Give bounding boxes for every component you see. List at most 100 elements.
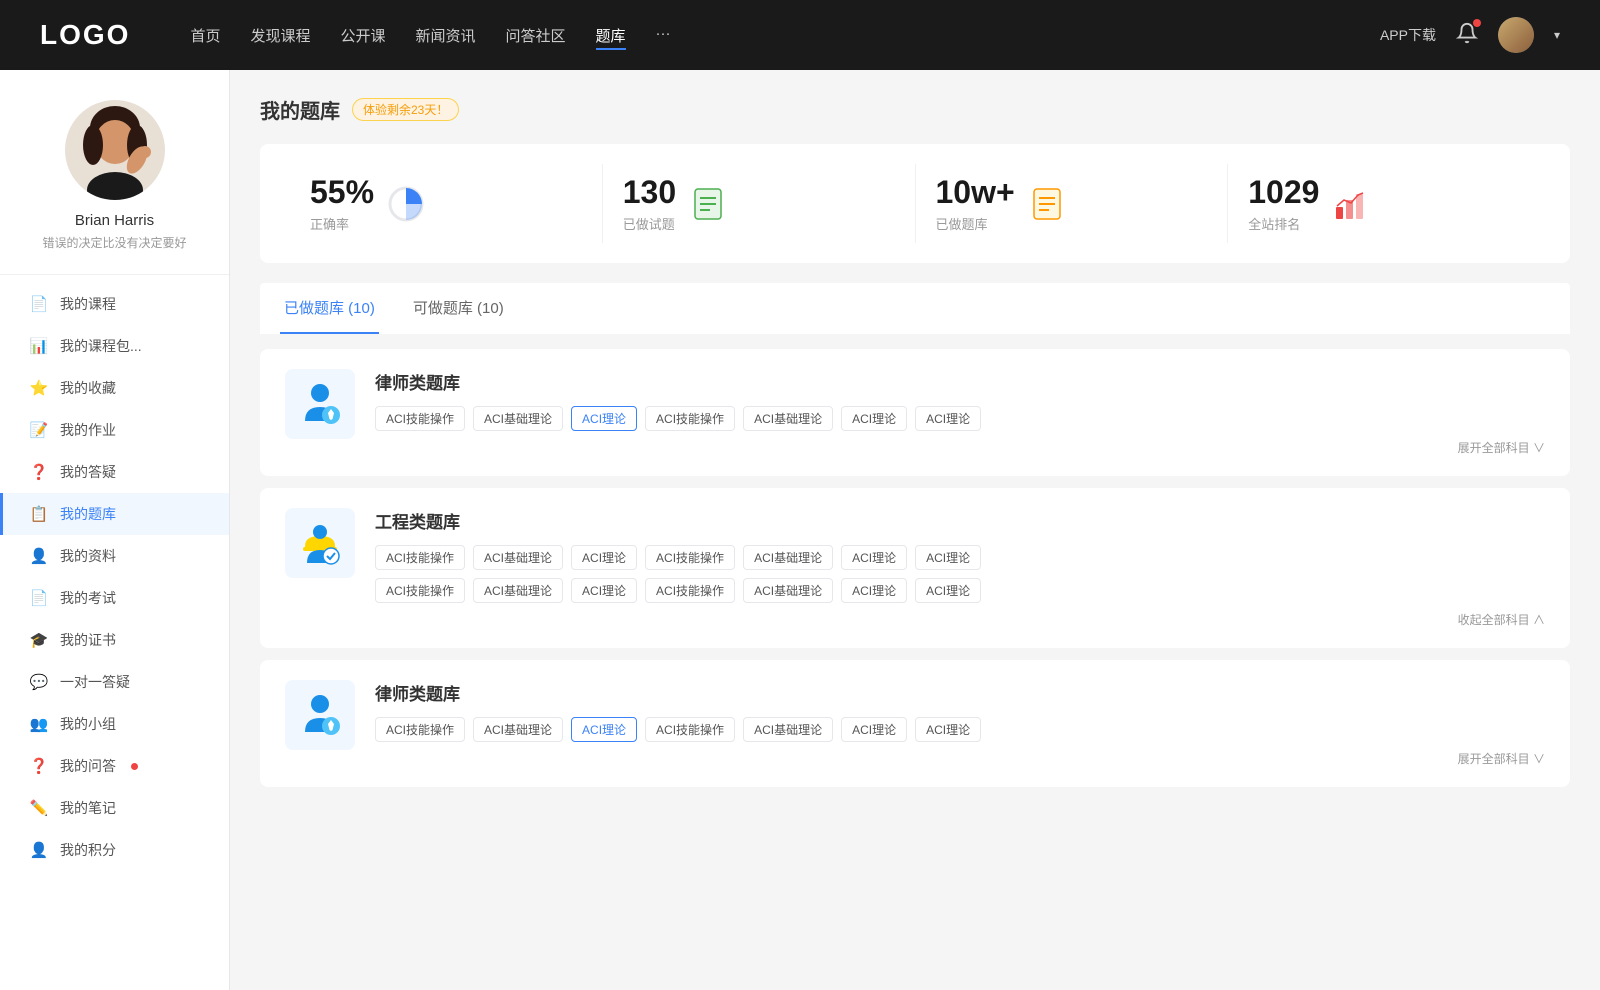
- sidebar-item-8[interactable]: 🎓 我的证书: [0, 619, 229, 661]
- tag-1-6[interactable]: ACI理论: [915, 545, 981, 570]
- tag-2-6[interactable]: ACI理论: [915, 717, 981, 742]
- stat-ranking-label: 全站排名: [1248, 214, 1319, 233]
- tab-available[interactable]: 可做题库 (10): [409, 283, 508, 334]
- logo[interactable]: LOGO: [40, 19, 130, 51]
- tag-2-4[interactable]: ACI基础理论: [743, 717, 833, 742]
- sidebar-icon-5: 📋: [30, 505, 48, 523]
- nav-qbank[interactable]: 题库: [596, 21, 626, 50]
- stat-done-questions-value: 130: [623, 174, 676, 211]
- expand-link-1[interactable]: 收起全部科目 ∧: [375, 611, 1545, 628]
- tag-1-3[interactable]: ACI技能操作: [645, 545, 735, 570]
- sidebar-label-11: 我的问答: [60, 756, 116, 776]
- tag2-1-1[interactable]: ACI基础理论: [473, 578, 563, 603]
- nav-home[interactable]: 首页: [190, 21, 220, 50]
- qbank-body-1: 工程类题库ACI技能操作ACI基础理论ACI理论ACI技能操作ACI基础理论AC…: [375, 508, 1545, 628]
- sidebar-icon-3: 📝: [30, 421, 48, 439]
- qbank-card-0: 律师类题库ACI技能操作ACI基础理论ACI理论ACI技能操作ACI基础理论AC…: [260, 349, 1570, 476]
- tag-0-1[interactable]: ACI基础理论: [473, 406, 563, 431]
- sidebar-label-3: 我的作业: [60, 420, 116, 440]
- tag-2-5[interactable]: ACI理论: [841, 717, 907, 742]
- expand-link-2[interactable]: 展开全部科目 ∨: [375, 750, 1545, 767]
- sidebar-item-7[interactable]: 📄我的考试: [0, 577, 229, 619]
- tag-2-2[interactable]: ACI理论: [571, 717, 637, 742]
- sidebar-item-10[interactable]: 👥我的小组: [0, 703, 229, 745]
- sidebar-item-0[interactable]: 📄 我的课程: [0, 283, 229, 325]
- sidebar-label-4: 我的答疑: [60, 462, 116, 482]
- tag-0-0[interactable]: ACI技能操作: [375, 406, 465, 431]
- tag2-1-0[interactable]: ACI技能操作: [375, 578, 465, 603]
- stat-ranking: 1029 全站排名: [1228, 164, 1540, 243]
- sidebar-item-3[interactable]: 📝 我的作业: [0, 409, 229, 451]
- tag-0-2[interactable]: ACI理论: [571, 406, 637, 431]
- sidebar-item-1[interactable]: 📊我的课程包...: [0, 325, 229, 367]
- sidebar-label-0: 我的课程: [60, 294, 116, 314]
- nav-links: 首页 发现课程 公开课 新闻资讯 问答社区 题库 ···: [190, 21, 1340, 50]
- qbank-card-2: 律师类题库ACI技能操作ACI基础理论ACI理论ACI技能操作ACI基础理论AC…: [260, 660, 1570, 787]
- tab-done[interactable]: 已做题库 (10): [280, 283, 379, 334]
- qbank-body-2: 律师类题库ACI技能操作ACI基础理论ACI理论ACI技能操作ACI基础理论AC…: [375, 680, 1545, 767]
- sidebar-label-7: 我的考试: [60, 588, 116, 608]
- notification-bell[interactable]: [1456, 22, 1478, 49]
- tag-1-5[interactable]: ACI理论: [841, 545, 907, 570]
- stat-done-banks-label: 已做题库: [936, 214, 1015, 233]
- sidebar-item-5[interactable]: 📋 我的题库: [0, 493, 229, 535]
- user-motto: 错误的决定比没有决定要好: [42, 234, 186, 251]
- avatar[interactable]: [1498, 17, 1534, 53]
- sidebar: Brian Harris 错误的决定比没有决定要好 📄 我的课程 📊我的课程包...…: [0, 70, 230, 990]
- sidebar-item-4[interactable]: ❓我的答疑: [0, 451, 229, 493]
- tag-2-0[interactable]: ACI技能操作: [375, 717, 465, 742]
- tag2-1-3[interactable]: ACI技能操作: [645, 578, 735, 603]
- tag-0-3[interactable]: ACI技能操作: [645, 406, 735, 431]
- sidebar-icon-8: 🎓: [30, 631, 48, 649]
- trial-badge: 体验剩余23天！: [352, 98, 459, 121]
- nav-discover[interactable]: 发现课程: [250, 21, 310, 50]
- tag-1-4[interactable]: ACI基础理论: [743, 545, 833, 570]
- sidebar-icon-13: 👤: [30, 841, 48, 859]
- main-layout: Brian Harris 错误的决定比没有决定要好 📄 我的课程 📊我的课程包...…: [0, 70, 1600, 990]
- stat-accuracy: 55% 正确率: [290, 164, 603, 243]
- sidebar-icon-12: ✏️: [30, 799, 48, 817]
- qbank-title-0: 律师类题库: [375, 369, 1545, 394]
- qbank-tags-0: ACI技能操作 ACI基础理论 ACI理论 ACI技能操作 ACI基础理论 ACI理论 AC…: [375, 406, 1545, 431]
- stat-accuracy-value: 55%: [310, 174, 374, 211]
- navbar: LOGO 首页 发现课程 公开课 新闻资讯 问答社区 题库 ··· APP下载 …: [0, 0, 1600, 70]
- tag-0-4[interactable]: ACI基础理论: [743, 406, 833, 431]
- nav-right: APP下载 ▾: [1380, 17, 1560, 53]
- tag-1-1[interactable]: ACI基础理论: [473, 545, 563, 570]
- sidebar-icon-6: 👤: [30, 547, 48, 565]
- sidebar-item-9[interactable]: 💬一对一答疑: [0, 661, 229, 703]
- qbank-tags-1: ACI技能操作 ACI基础理论 ACI理论 ACI技能操作 ACI基础理论 ACI理论 AC…: [375, 545, 1545, 570]
- nav-qa[interactable]: 问答社区: [506, 21, 566, 50]
- app-download-link[interactable]: APP下载: [1380, 25, 1436, 45]
- tag-0-6[interactable]: ACI理论: [915, 406, 981, 431]
- accuracy-icon: [386, 184, 426, 224]
- sidebar-item-12[interactable]: ✏️我的笔记: [0, 787, 229, 829]
- sidebar-item-11[interactable]: ❓我的问答: [0, 745, 229, 787]
- tag-2-1[interactable]: ACI基础理论: [473, 717, 563, 742]
- stat-ranking-value: 1029: [1248, 174, 1319, 211]
- sidebar-label-5: 我的题库: [60, 504, 116, 524]
- tag2-1-2[interactable]: ACI理论: [571, 578, 637, 603]
- sidebar-label-8: 我的证书: [60, 630, 116, 650]
- expand-link-0[interactable]: 展开全部科目 ∨: [375, 439, 1545, 456]
- tag2-1-6[interactable]: ACI理论: [915, 578, 981, 603]
- nav-more[interactable]: ···: [656, 21, 671, 50]
- sidebar-item-2[interactable]: ⭐我的收藏: [0, 367, 229, 409]
- nav-news[interactable]: 新闻资讯: [416, 21, 476, 50]
- sidebar-item-6[interactable]: 👤我的资料: [0, 535, 229, 577]
- tag-1-0[interactable]: ACI技能操作: [375, 545, 465, 570]
- tag-1-2[interactable]: ACI理论: [571, 545, 637, 570]
- qbank-body-0: 律师类题库ACI技能操作ACI基础理论ACI理论ACI技能操作ACI基础理论AC…: [375, 369, 1545, 456]
- username: Brian Harris: [75, 212, 154, 229]
- nav-avatar-dropdown[interactable]: ▾: [1554, 28, 1560, 42]
- lawyer-svg: [295, 379, 345, 429]
- sidebar-icon-0: 📄: [30, 295, 48, 313]
- qbank-tags-2: ACI技能操作 ACI基础理论 ACI理论 ACI技能操作 ACI基础理论 ACI理论 AC…: [375, 717, 1545, 742]
- sidebar-item-13[interactable]: 👤我的积分: [0, 829, 229, 871]
- tag2-1-5[interactable]: ACI理论: [841, 578, 907, 603]
- tag-2-3[interactable]: ACI技能操作: [645, 717, 735, 742]
- nav-opencourse[interactable]: 公开课: [340, 21, 385, 50]
- tag-0-5[interactable]: ACI理论: [841, 406, 907, 431]
- tag2-1-4[interactable]: ACI基础理论: [743, 578, 833, 603]
- sidebar-icon-10: 👥: [30, 715, 48, 733]
